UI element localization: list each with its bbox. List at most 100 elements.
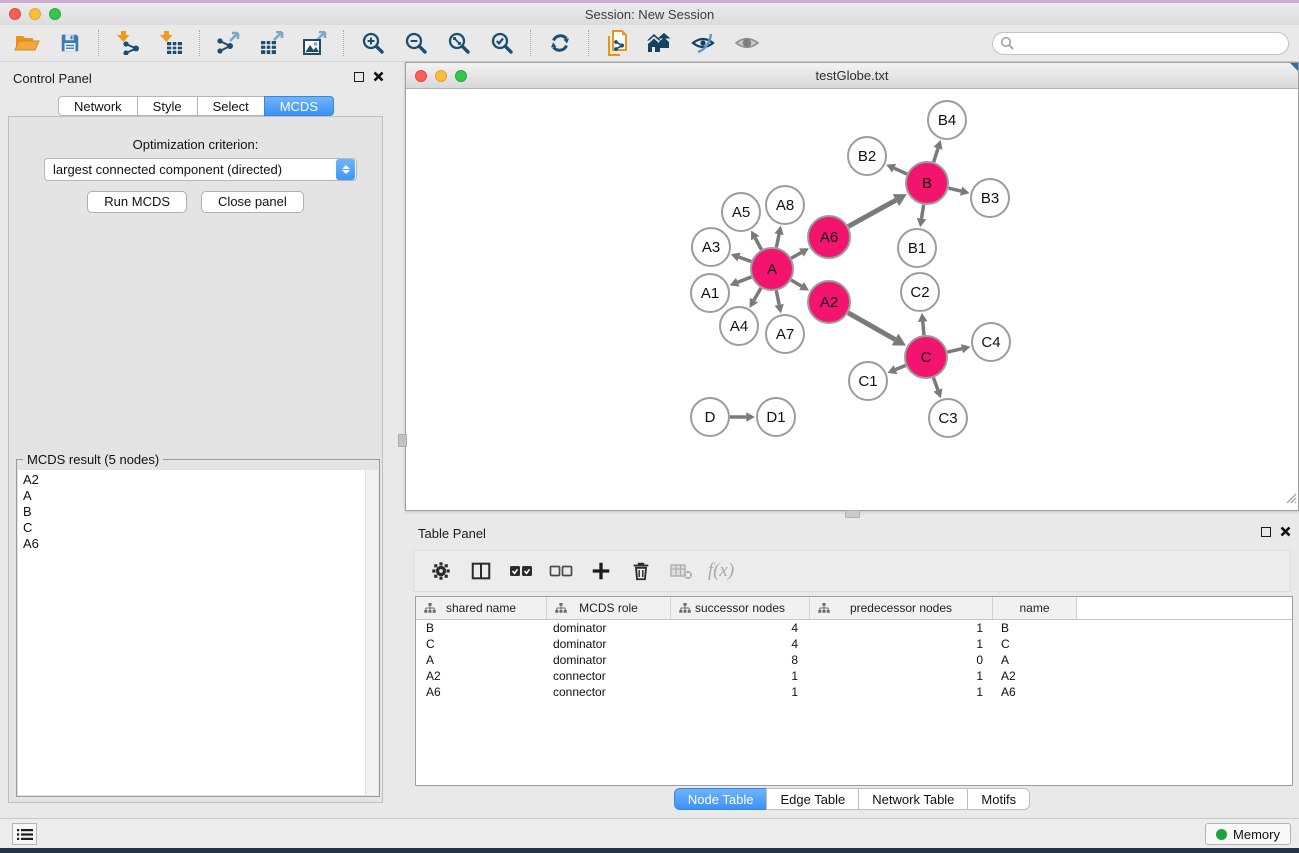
delete-columns-button[interactable] [626,556,656,586]
hide-panels-button[interactable] [685,28,722,59]
tab-select[interactable]: Select [197,96,264,116]
table-row[interactable]: Cdominator41C [416,636,1292,652]
import-network-button[interactable] [109,28,146,59]
search-input[interactable] [992,32,1289,55]
create-column-button[interactable] [586,556,616,586]
table-row[interactable]: Adominator80A [416,652,1292,668]
mcds-result-item[interactable]: A2 [23,472,365,488]
graph-node-B[interactable]: B [906,162,948,204]
table-row[interactable]: A2connector11A2 [416,668,1292,684]
tab-network-table[interactable]: Network Table [858,788,967,810]
graph-edge-A-A2[interactable] [791,280,809,290]
resize-grip-icon[interactable] [1283,490,1297,509]
graph-node-D1[interactable]: D1 [757,398,795,436]
column-header-mcds-role[interactable]: MCDS role [547,597,671,619]
panel-divider-handle[interactable] [398,434,407,447]
graph-node-A6[interactable]: A6 [808,216,850,258]
graph-node-A8[interactable]: A8 [766,186,804,224]
graph-edge-B-B1[interactable] [917,205,926,228]
tab-style[interactable]: Style [137,96,197,116]
graph-edge-A-A6[interactable] [791,248,809,258]
show-column-button[interactable] [466,556,496,586]
graph-node-A7[interactable]: A7 [766,315,804,353]
zoom-selected-button[interactable] [483,28,520,59]
close-panel-button[interactable]: Close panel [201,191,304,213]
graph-edge-B-B3[interactable] [948,187,969,196]
graph-node-C1[interactable]: C1 [849,362,887,400]
column-header-successor-nodes[interactable]: successor nodes [671,597,810,619]
network-window-titlebar[interactable]: testGlobe.txt [406,63,1298,89]
graph-edge-A-A7[interactable] [775,291,784,314]
save-session-button[interactable] [51,28,88,59]
column-header-predecessor-nodes[interactable]: predecessor nodes [810,597,993,619]
graph-edge-C-C1[interactable] [887,365,905,374]
tab-network[interactable]: Network [58,96,137,116]
refresh-button[interactable] [541,28,578,59]
graph-node-B2[interactable]: B2 [848,137,886,175]
graph-edge-C-C3[interactable] [933,378,942,399]
graph-node-C2[interactable]: C2 [901,273,939,311]
show-panels-list-button[interactable] [12,823,37,845]
open-session-button[interactable] [8,28,45,59]
column-header-shared-name[interactable]: shared name [416,597,547,619]
graph-node-C3[interactable]: C3 [929,399,967,437]
tab-node-table[interactable]: Node Table [674,788,767,810]
select-all-columns-button[interactable] [506,556,536,586]
run-mcds-button[interactable]: Run MCDS [87,191,187,213]
home-button[interactable] [642,28,679,59]
graph-node-B3[interactable]: B3 [971,179,1009,217]
mcds-result-list[interactable]: A2ABCA6 [18,470,365,795]
graph-edge-C-C4[interactable] [947,344,970,353]
table-row[interactable]: Bdominator41B [416,620,1292,636]
result-scrollbar-track[interactable] [365,470,378,795]
graph-edge-A2-C[interactable] [848,313,906,346]
graph-edge-A6-B[interactable] [848,194,907,226]
float-table-panel-icon[interactable] [1261,527,1271,537]
optimization-criterion-dropdown[interactable]: largest connected component (directed) [44,158,357,181]
graph-node-A4[interactable]: A4 [720,307,758,345]
graph-node-B1[interactable]: B1 [898,229,936,267]
graph-edge-A-A3[interactable] [731,253,752,262]
memory-button[interactable]: Memory [1205,823,1291,845]
deselect-all-columns-button[interactable] [546,556,576,586]
mcds-result-item[interactable]: C [23,520,365,536]
graph-node-B4[interactable]: B4 [928,101,966,139]
tab-edge-table[interactable]: Edge Table [766,788,858,810]
table-settings-button[interactable] [426,556,456,586]
import-table-button[interactable] [152,28,189,59]
show-hide-eye-button[interactable] [728,28,765,59]
graph-edge-A-A4[interactable] [750,288,761,308]
graph-node-A1[interactable]: A1 [691,274,729,312]
graph-node-A3[interactable]: A3 [692,228,730,266]
table-row[interactable]: A6connector11A6 [416,684,1292,700]
close-panel-icon[interactable] [373,71,384,82]
graph-edge-A-A5[interactable] [751,230,761,249]
graph-edge-A-A1[interactable] [730,277,752,287]
graph-node-C[interactable]: C [905,336,947,378]
tab-mcds[interactable]: MCDS [264,96,334,116]
close-table-panel-icon[interactable] [1280,526,1291,537]
clone-network-button[interactable] [599,28,636,59]
graph-edge-B-B4[interactable] [933,140,942,162]
split-divider-handle[interactable] [845,510,860,518]
graph-node-D[interactable]: D [691,398,729,436]
graph-node-C4[interactable]: C4 [972,323,1010,361]
graph-edge-C-C2[interactable] [918,313,927,335]
zoom-fit-button[interactable] [440,28,477,59]
zoom-in-button[interactable] [354,28,391,59]
zoom-out-button[interactable] [397,28,434,59]
tab-motifs[interactable]: Motifs [967,788,1030,810]
graph-edge-D-D1[interactable] [730,412,755,421]
column-header-name[interactable]: name [993,597,1077,619]
export-table-button[interactable] [253,28,290,59]
export-image-button[interactable] [296,28,333,59]
mcds-result-item[interactable]: A [23,488,365,504]
export-network-button[interactable] [210,28,247,59]
graph-edge-A-A8[interactable] [774,226,783,248]
mcds-result-item[interactable]: A6 [23,536,365,552]
graph-edge-B-B2[interactable] [886,164,907,174]
graph-node-A[interactable]: A [751,248,793,290]
network-canvas[interactable]: A5A8A3A1A4A7AA6A2BB2B4B3B1C2CC4C1C3DD1 [406,89,1298,510]
mcds-result-item[interactable]: B [23,504,365,520]
graph-node-A2[interactable]: A2 [808,281,850,323]
